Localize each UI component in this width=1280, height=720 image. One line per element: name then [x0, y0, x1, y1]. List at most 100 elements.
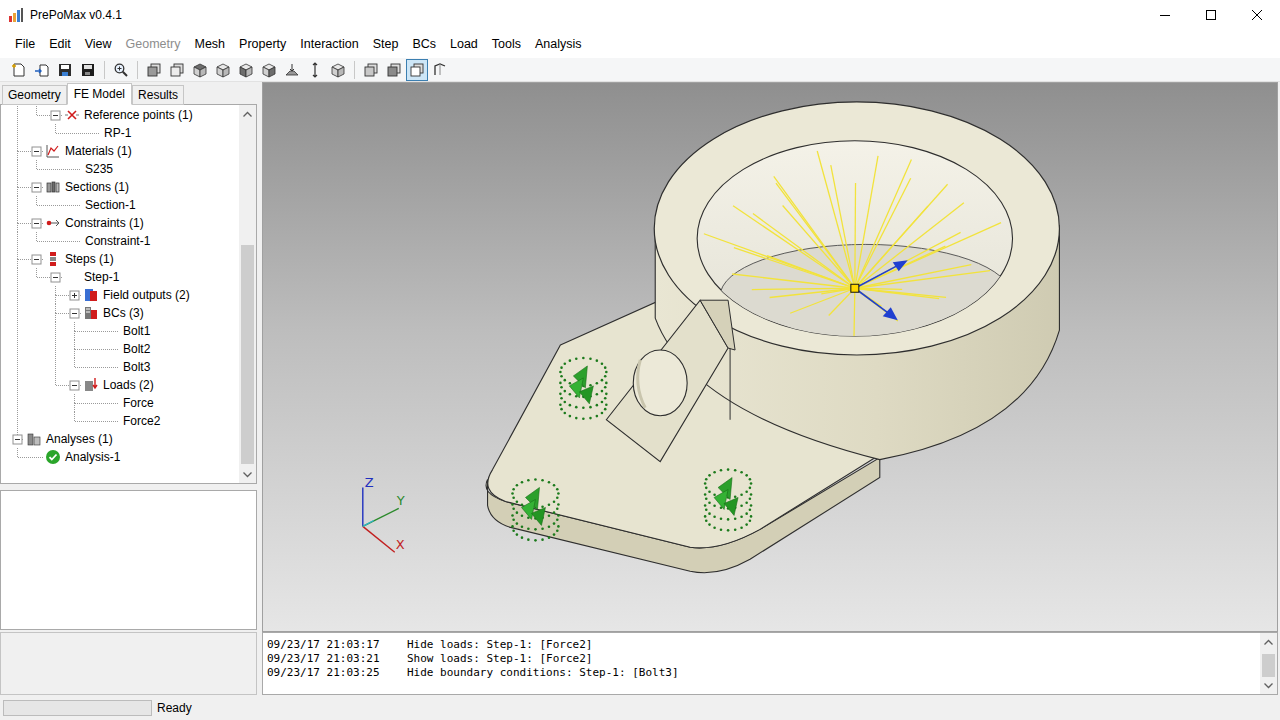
menu-item[interactable]: Edit: [42, 34, 78, 54]
scroll-track[interactable]: [1260, 650, 1277, 677]
collapse-icon[interactable]: [32, 255, 41, 264]
scroll-thumb[interactable]: [241, 245, 254, 464]
tree-item-label[interactable]: Analysis-1: [65, 450, 120, 464]
scroll-down-button[interactable]: [1260, 677, 1277, 694]
collapse-icon[interactable]: [32, 183, 41, 192]
reference-point[interactable]: [851, 284, 859, 292]
collapse-icon[interactable]: [70, 309, 79, 318]
tree-item[interactable]: BCs (3): [1, 304, 239, 322]
tree-item-label[interactable]: Force: [123, 396, 154, 410]
tree-item[interactable]: Loads (2): [1, 376, 239, 394]
toolbar-button[interactable]: [258, 59, 280, 81]
collapse-icon[interactable]: [51, 273, 60, 282]
tree-item-label[interactable]: Step-1: [84, 270, 119, 284]
tree-item[interactable]: Analyses (1): [1, 430, 239, 448]
tree-item[interactable]: Materials (1): [1, 142, 239, 160]
tree-item[interactable]: Section-1: [1, 196, 239, 214]
tree-item[interactable]: Analysis-1: [1, 448, 239, 466]
arrow-up-icon[interactable]: [243, 111, 252, 117]
toolbar-button[interactable]: [360, 59, 382, 81]
scroll-thumb[interactable]: [1262, 654, 1275, 677]
toolbar-button[interactable]: [406, 59, 428, 81]
tree-item-label[interactable]: Analyses (1): [46, 432, 113, 446]
collapse-icon[interactable]: [70, 381, 79, 390]
3d-viewport[interactable]: ZYX: [262, 82, 1278, 632]
tree-item[interactable]: Bolt1: [1, 322, 239, 340]
toolbar-button[interactable]: [429, 59, 451, 81]
part-model[interactable]: [486, 102, 1059, 573]
tree-scrollbar[interactable]: [239, 105, 256, 483]
bolt2-boundary-condition[interactable]: [511, 478, 560, 541]
toolbar-button[interactable]: [189, 59, 211, 81]
toolbar-button[interactable]: [54, 59, 76, 81]
menu-item[interactable]: Analysis: [528, 34, 589, 54]
tree-item-label[interactable]: Section-1: [85, 198, 136, 212]
tree-item-label[interactable]: Reference points (1): [84, 108, 193, 122]
collapse-icon[interactable]: [32, 219, 41, 228]
toolbar-button[interactable]: [212, 59, 234, 81]
tree-item-label[interactable]: Loads (2): [103, 378, 154, 392]
tree-item[interactable]: Step-1: [1, 268, 239, 286]
tree-item[interactable]: Field outputs (2): [1, 286, 239, 304]
tree-item[interactable]: Sections (1): [1, 178, 239, 196]
panel-tab[interactable]: Geometry: [2, 85, 67, 105]
toolbar-button[interactable]: [110, 59, 132, 81]
model-view[interactable]: ZYX: [263, 83, 1277, 631]
tree-item-label[interactable]: Constraint-1: [85, 234, 150, 248]
log-scrollbar[interactable]: [1260, 633, 1277, 694]
toolbar-button[interactable]: [281, 59, 303, 81]
toolbar-button[interactable]: [327, 59, 349, 81]
tree-item-label[interactable]: Steps (1): [65, 252, 114, 266]
toolbar-button[interactable]: [77, 59, 99, 81]
bolt1-boundary-condition[interactable]: [559, 357, 608, 420]
coupling-constraint[interactable]: [704, 151, 1001, 336]
menu-item[interactable]: Property: [232, 34, 293, 54]
panel-tab[interactable]: FE Model: [67, 83, 132, 105]
tree-item[interactable]: Bolt2: [1, 340, 239, 358]
menu-item[interactable]: Interaction: [293, 34, 365, 54]
toolbar-button[interactable]: [31, 59, 53, 81]
toolbar-button[interactable]: [304, 59, 326, 81]
menu-item[interactable]: Load: [443, 34, 485, 54]
panel-tab[interactable]: Results: [132, 85, 184, 105]
tree-item[interactable]: Constraint-1: [1, 232, 239, 250]
tree-item-label[interactable]: RP-1: [104, 126, 131, 140]
menu-item[interactable]: BCs: [405, 34, 443, 54]
tree-item-label[interactable]: Force2: [123, 414, 160, 428]
collapse-icon[interactable]: [51, 111, 60, 120]
tree-item[interactable]: Force: [1, 394, 239, 412]
toolbar-button[interactable]: [383, 59, 405, 81]
menu-item[interactable]: Step: [366, 34, 406, 54]
bolt3-boundary-condition[interactable]: [704, 468, 753, 531]
scroll-track[interactable]: [239, 122, 256, 466]
collapse-icon[interactable]: [13, 435, 22, 444]
tree-item-label[interactable]: Bolt1: [123, 324, 150, 338]
tree-item[interactable]: Steps (1): [1, 250, 239, 268]
close-button[interactable]: [1234, 0, 1280, 30]
arrow-down-icon[interactable]: [1264, 683, 1273, 689]
tree-item-label[interactable]: Materials (1): [65, 144, 132, 158]
menu-item[interactable]: Mesh: [187, 34, 232, 54]
scroll-up-button[interactable]: [1260, 633, 1277, 650]
force-arrows[interactable]: [855, 260, 908, 320]
tree-item[interactable]: RP-1: [1, 124, 239, 142]
tree-item-label[interactable]: Bolt3: [123, 360, 150, 374]
tree-item-label[interactable]: S235: [85, 162, 113, 176]
tree-item[interactable]: Bolt3: [1, 358, 239, 376]
toolbar-button[interactable]: [166, 59, 188, 81]
tree-item-label[interactable]: BCs (3): [103, 306, 144, 320]
arrow-up-icon[interactable]: [1264, 639, 1273, 645]
tree-item[interactable]: S235: [1, 160, 239, 178]
minimize-button[interactable]: [1142, 0, 1188, 30]
scroll-down-button[interactable]: [239, 466, 256, 483]
tree-item[interactable]: Reference points (1): [1, 106, 239, 124]
tree-item-label[interactable]: Constraints (1): [65, 216, 144, 230]
expand-icon[interactable]: [70, 291, 79, 300]
menu-item[interactable]: View: [78, 34, 119, 54]
scroll-up-button[interactable]: [239, 105, 256, 122]
maximize-button[interactable]: [1188, 0, 1234, 30]
arrow-down-icon[interactable]: [243, 472, 252, 478]
tree-item[interactable]: Force2: [1, 412, 239, 430]
menu-item[interactable]: File: [8, 34, 42, 54]
tree-item[interactable]: Constraints (1): [1, 214, 239, 232]
